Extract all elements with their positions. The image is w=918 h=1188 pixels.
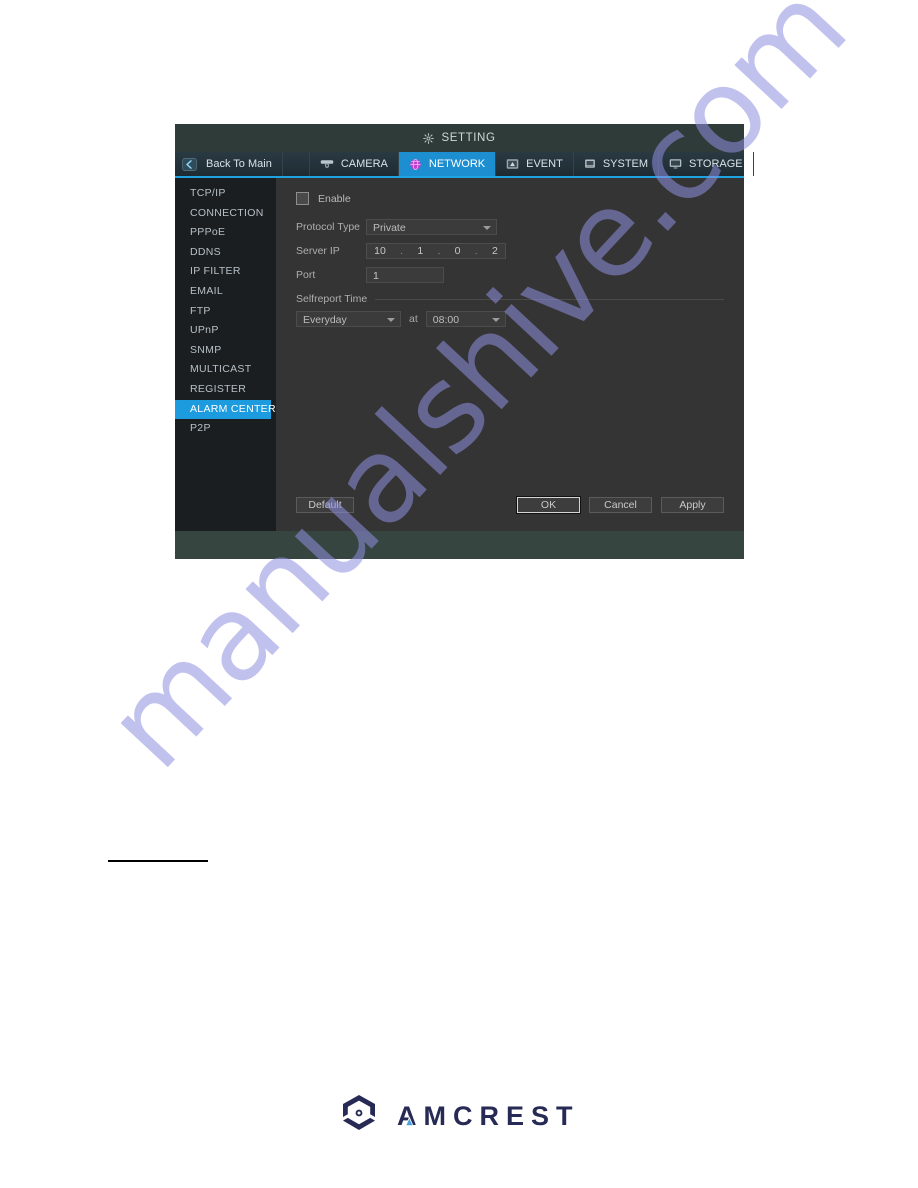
server-ip-octet-1: 10 [374, 245, 386, 257]
main-tab-bar: Back To Main CAMERA NETWORK EVENT SYSTEM… [175, 152, 754, 178]
tab-bar-spacer [283, 152, 310, 176]
cancel-button[interactable]: Cancel [589, 497, 652, 513]
tab-system[interactable]: SYSTEM [574, 152, 660, 176]
page-title: SETTING [441, 132, 496, 144]
tab-system-label: SYSTEM [602, 158, 649, 170]
amcrest-logo: AMCREST [337, 1092, 593, 1141]
sidebar-item-alarm-center[interactable]: ALARM CENTER [175, 399, 276, 420]
selfreport-time-row: Everyday at 08:00 [296, 311, 724, 327]
sidebar-item-tcpip[interactable]: TCP/IP [175, 184, 276, 204]
system-icon [584, 158, 596, 170]
selfreport-day-value: Everyday [303, 314, 347, 326]
server-ip-separator: . [437, 245, 441, 257]
server-ip-row: Server IP 10 . 1 . 0 . 2 [296, 241, 724, 261]
selfreport-time-value: 08:00 [432, 314, 460, 326]
tab-network-label: NETWORK [428, 158, 486, 170]
sidebar-item-ftp[interactable]: FTP [175, 302, 276, 322]
tab-event[interactable]: EVENT [496, 152, 574, 176]
sidebar-item-register[interactable]: REGISTER [175, 380, 276, 400]
tab-storage-label: STORAGE [689, 158, 743, 170]
server-ip-octet-2: 1 [417, 245, 424, 257]
globe-icon [409, 158, 422, 171]
protocol-type-row: Protocol Type Private [296, 217, 724, 237]
amcrest-wordmark: AMCREST [397, 1100, 593, 1134]
tab-camera[interactable]: CAMERA [310, 152, 399, 176]
storage-icon [669, 158, 682, 170]
sidebar-item-multicast[interactable]: MULTICAST [175, 360, 276, 380]
sidebar-item-ip-filter[interactable]: IP FILTER [175, 262, 276, 282]
selfreport-time-label: Selfreport Time [296, 293, 368, 305]
protocol-type-label: Protocol Type [296, 221, 361, 233]
enable-label: Enable [318, 192, 351, 205]
window-title-bar: SETTING [175, 124, 744, 152]
sidebar-item-pppoe[interactable]: PPPoE [175, 223, 276, 243]
footnote-separator [108, 860, 208, 862]
chevron-down-icon [387, 318, 395, 322]
sidebar-item-connection[interactable]: CONNECTION [175, 204, 276, 224]
sidebar-item-email[interactable]: EMAIL [175, 282, 276, 302]
port-input[interactable]: 1 [366, 267, 444, 283]
protocol-type-value: Private [373, 222, 406, 234]
server-ip-octet-3: 0 [454, 245, 461, 257]
amcrest-hexagon-icon [337, 1092, 381, 1141]
section-divider [375, 298, 724, 300]
setting-window: SETTING Back To Main CAMERA NETWORK EVEN… [175, 124, 754, 559]
dialog-action-buttons: OK Cancel Apply [516, 496, 724, 514]
enable-row: Enable [296, 192, 724, 205]
enable-checkbox[interactable] [296, 192, 309, 205]
back-arrow-icon [182, 157, 197, 171]
tab-network[interactable]: NETWORK [398, 152, 497, 176]
sidebar-item-ddns[interactable]: DDNS [175, 243, 276, 263]
selfreport-day-select[interactable]: Everyday [296, 311, 401, 327]
sidebar-item-snmp[interactable]: SNMP [175, 341, 276, 361]
gear-icon [423, 132, 435, 144]
sidebar-item-p2p[interactable]: P2P [175, 419, 276, 439]
server-ip-separator: . [400, 245, 404, 257]
selfreport-time-select[interactable]: 08:00 [425, 311, 506, 327]
server-ip-separator: . [474, 245, 478, 257]
protocol-type-select[interactable]: Private [366, 219, 497, 235]
tab-storage[interactable]: STORAGE [659, 152, 754, 176]
amcrest-wordmark-text: AMCREST [397, 1101, 580, 1131]
at-label: at [409, 313, 418, 325]
settings-sidebar: TCP/IP CONNECTION PPPoE DDNS IP FILTER E… [175, 178, 276, 531]
back-to-main-button[interactable]: Back To Main [175, 152, 283, 176]
apply-button[interactable]: Apply [661, 497, 724, 513]
ok-button[interactable]: OK [516, 496, 581, 514]
server-ip-label: Server IP [296, 245, 340, 257]
window-body: TCP/IP CONNECTION PPPoE DDNS IP FILTER E… [175, 178, 744, 531]
window-footer-strip [175, 531, 744, 559]
server-ip-octet-4: 2 [491, 245, 498, 257]
chevron-down-icon [491, 318, 500, 322]
server-ip-input[interactable]: 10 . 1 . 0 . 2 [366, 243, 506, 259]
tab-camera-label: CAMERA [340, 158, 388, 170]
event-icon [506, 158, 519, 170]
chevron-down-icon [483, 226, 491, 230]
dialog-button-bar: Default OK Cancel Apply [296, 496, 724, 514]
port-row: Port 1 [296, 265, 724, 285]
default-button[interactable]: Default [296, 497, 354, 513]
tab-event-label: EVENT [526, 158, 563, 170]
alarm-center-panel: Enable Protocol Type Private Server IP 1… [276, 178, 744, 531]
sidebar-item-upnp[interactable]: UPnP [175, 321, 276, 341]
port-label: Port [296, 269, 316, 281]
camera-icon [320, 159, 334, 170]
back-to-main-label: Back To Main [206, 158, 272, 170]
selfreport-section-header: Selfreport Time [296, 293, 724, 305]
